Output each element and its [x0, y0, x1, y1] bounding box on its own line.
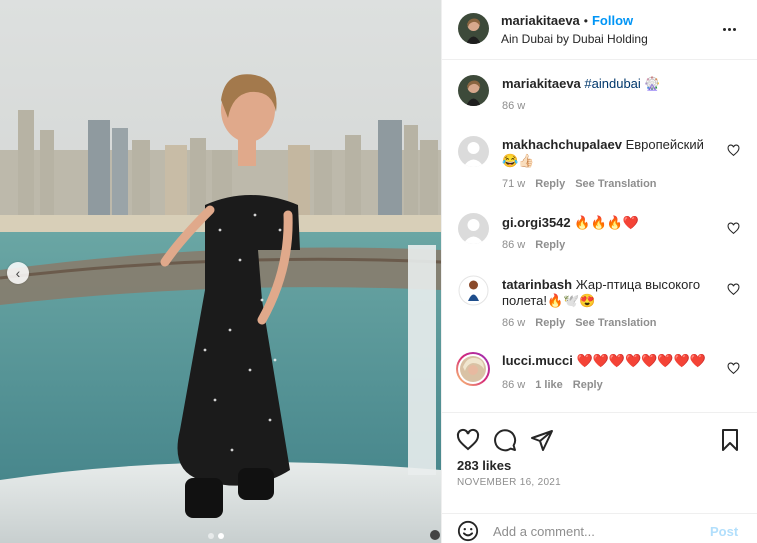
save-bookmark-icon[interactable] — [718, 428, 742, 452]
comment-meta: 71 w Reply See Translation — [502, 178, 667, 190]
reply-button[interactable]: Reply — [535, 239, 565, 251]
like-comment-heart-icon[interactable] — [727, 144, 740, 157]
caption-timestamp[interactable]: 86 w — [502, 100, 525, 112]
comment-timestamp[interactable]: 86 w — [502, 317, 525, 329]
post-comment-button[interactable]: Post — [710, 524, 738, 539]
like-comment-heart-icon[interactable] — [727, 362, 740, 375]
author-username[interactable]: mariakitaeva — [501, 13, 580, 28]
post-date[interactable]: NOVEMBER 16, 2021 — [457, 477, 561, 488]
post-side-panel: mariakitaeva • Follow Ain Dubai by Dubai H… — [441, 0, 757, 543]
reply-button[interactable]: Reply — [535, 317, 565, 329]
comment-bubble-icon[interactable] — [493, 428, 517, 452]
caption-author-avatar[interactable] — [458, 75, 489, 106]
comment-username[interactable]: tatarinbash — [502, 277, 572, 292]
ferris-wheel-emoji: 🎡 — [644, 76, 661, 91]
caption-username[interactable]: mariakitaeva — [502, 76, 581, 91]
comment-body: lucci.mucci ❤️❤️❤️❤️❤️❤️❤️❤️ — [502, 353, 717, 369]
comment-text: ❤️❤️❤️❤️❤️❤️❤️❤️ — [576, 353, 706, 368]
add-comment-bar: Post — [442, 513, 757, 543]
comment-username[interactable]: makhachchupalaev — [502, 137, 622, 152]
comment-input[interactable] — [493, 520, 693, 542]
comment-timestamp[interactable]: 86 w — [502, 239, 525, 251]
post-location[interactable]: Ain Dubai by Dubai Holding — [501, 32, 648, 46]
reply-button[interactable]: Reply — [535, 178, 565, 190]
post-caption: mariakitaeva #aindubai 🎡 — [502, 76, 661, 92]
see-translation-button[interactable]: See Translation — [575, 178, 656, 190]
like-count[interactable]: 283 likes — [457, 458, 511, 473]
comment-meta: 86 w Reply See Translation — [502, 317, 667, 329]
share-paper-plane-icon[interactable] — [530, 428, 554, 452]
comment-text: 🔥🔥🔥❤️ — [574, 215, 640, 230]
comment-body: gi.orgi3542 🔥🔥🔥❤️ — [502, 215, 717, 231]
reply-button[interactable]: Reply — [573, 379, 603, 391]
carousel-prev-button[interactable]: ‹ — [7, 262, 29, 284]
comment-username[interactable]: gi.orgi3542 — [502, 215, 571, 230]
like-comment-heart-icon[interactable] — [727, 283, 740, 296]
comment-timestamp[interactable]: 71 w — [502, 178, 525, 190]
comment-body: makhachchupalaev Европейский 😂👍🏻 — [502, 137, 717, 169]
more-options-icon[interactable] — [720, 20, 738, 38]
commenter-avatar[interactable] — [458, 213, 489, 244]
comment-body: tatarinbash Жар-птица высокого полета!🔥🕊… — [502, 277, 717, 309]
like-heart-icon[interactable] — [456, 428, 480, 452]
carousel-dots — [208, 533, 224, 539]
carousel-dot — [208, 533, 214, 539]
post-actions: 283 likes NOVEMBER 16, 2021 Post — [442, 412, 757, 543]
commenter-avatar[interactable] — [458, 136, 489, 167]
see-translation-button[interactable]: See Translation — [575, 317, 656, 329]
commenter-avatar[interactable] — [458, 275, 489, 306]
post-photo[interactable]: ‹ — [0, 0, 441, 543]
comment-username[interactable]: lucci.mucci — [502, 353, 573, 368]
comment-meta: 86 w Reply — [502, 239, 575, 251]
comment-like-count[interactable]: 1 like — [535, 379, 563, 391]
follow-button[interactable]: Follow — [592, 13, 633, 28]
author-avatar[interactable] — [458, 13, 489, 44]
chevron-left-icon: ‹ — [15, 265, 21, 281]
like-comment-heart-icon[interactable] — [727, 222, 740, 235]
dot-separator: • — [583, 14, 588, 28]
comment-meta: 86 w 1 like Reply — [502, 379, 613, 391]
commenter-avatar-story[interactable] — [455, 351, 491, 387]
post-header: mariakitaeva • Follow Ain Dubai by Dubai H… — [442, 0, 757, 60]
emoji-smiley-icon[interactable] — [457, 520, 479, 542]
tagged-users-icon[interactable] — [430, 530, 440, 540]
header-title-row: mariakitaeva • Follow — [501, 13, 633, 28]
comment-timestamp[interactable]: 86 w — [502, 379, 525, 391]
photo-illustration — [0, 0, 441, 543]
caption-hashtag[interactable]: #aindubai — [584, 76, 640, 91]
carousel-dot-active — [218, 533, 224, 539]
